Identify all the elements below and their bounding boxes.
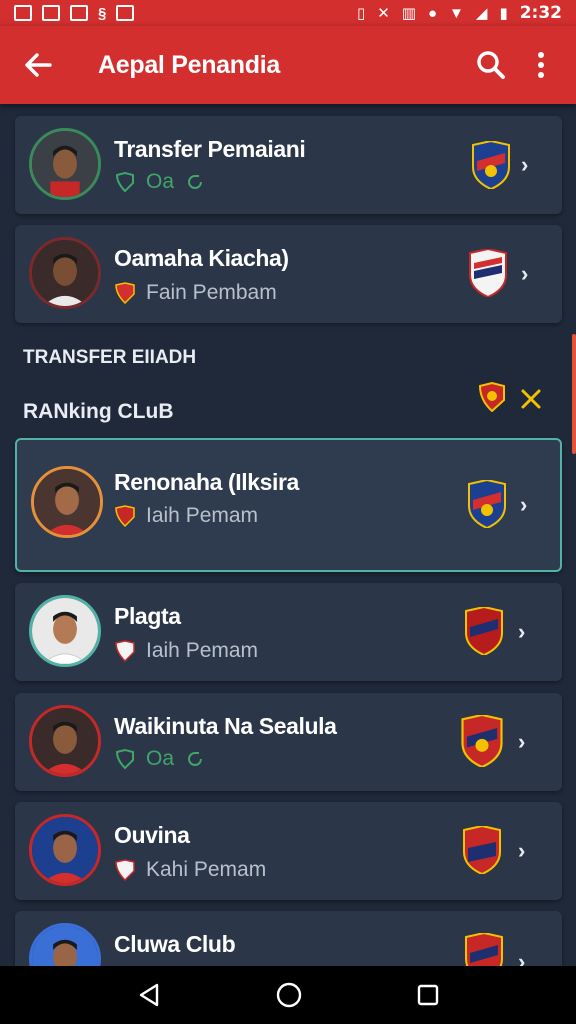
status-icons-left: § (14, 4, 135, 22)
notification-icon (14, 4, 32, 21)
player-name: Cluwa Club (114, 931, 236, 957)
refresh-icon (188, 175, 203, 189)
chevron-right-icon: › (521, 152, 529, 177)
shield-icon (115, 748, 134, 770)
club-badge-icon (115, 859, 135, 881)
status-bar: § ▯ ✕ ▥ ● ▼ ◢ ▮ 2:32 (0, 0, 576, 26)
notification-icon (116, 4, 135, 21)
alarm-icon: ● (427, 4, 438, 22)
club-crest-icon (468, 480, 506, 528)
player-avatar (29, 705, 101, 777)
player-subtitle: Oa (114, 170, 206, 194)
player-subtitle-text: Kahi Pemam (146, 858, 267, 881)
vibrate-icon: ▯ (356, 5, 366, 22)
player-avatar (31, 466, 103, 538)
ranking-card[interactable]: Waikinuta Na Sealula Oa › (15, 693, 562, 791)
close-icon[interactable] (520, 388, 542, 410)
refresh-icon (188, 752, 203, 766)
trophy-badge-icon[interactable] (478, 382, 506, 412)
player-name: Oamaha Kiacha) (114, 245, 289, 271)
player-subtitle: Iaih Pemam (114, 639, 258, 663)
club-badge-icon (115, 282, 135, 304)
player-subtitle-text: Iaih Pemam (146, 639, 259, 662)
signal-icon: ◢ (475, 5, 488, 22)
system-nav-bar (0, 966, 576, 1024)
notification-icon (70, 4, 88, 21)
chevron-right-icon: › (518, 729, 526, 754)
ranking-card[interactable]: Ouvina Kahi Pemam › (15, 802, 562, 900)
player-subtitle: Oa (114, 747, 206, 771)
club-badge-icon (115, 505, 135, 527)
player-subtitle-text: Iaih Pemam (146, 504, 259, 527)
player-avatar (29, 128, 101, 200)
recents-nav-button[interactable] (416, 983, 440, 1007)
club-crest-icon (469, 249, 507, 297)
search-button[interactable] (466, 40, 516, 90)
player-name: Waikinuta Na Sealula (114, 713, 337, 739)
sync-icon: § (98, 4, 107, 22)
player-card[interactable]: Transfer Pemaiani Oa › (15, 116, 562, 214)
club-crest-icon (461, 715, 503, 767)
player-name: Plagta (114, 603, 181, 629)
status-time: 2:32 (519, 3, 562, 23)
back-button[interactable] (8, 35, 68, 95)
ranking-card-selected[interactable]: Renonaha (Ilksira Iaih Pemam › (15, 438, 562, 572)
player-subtitle: Kahi Pemam (114, 858, 266, 882)
more-options-button[interactable] (516, 40, 566, 90)
arrow-left-icon (25, 53, 52, 77)
battery-icon: ▮ (499, 5, 508, 22)
player-subtitle-text: Oa (146, 747, 175, 770)
notification-icon (42, 4, 60, 21)
player-name: Transfer Pemaiani (114, 136, 306, 162)
shield-icon (115, 171, 134, 193)
club-crest-icon (472, 141, 510, 189)
player-card[interactable]: Oamaha Kiacha) Fain Pembam › (15, 225, 562, 323)
home-nav-button[interactable] (275, 981, 303, 1009)
chevron-right-icon: › (518, 619, 526, 644)
section-title-transfer: TRANSFER EIIADH (23, 347, 197, 368)
ranking-card[interactable]: Cluwa Club › (15, 911, 562, 966)
wifi-icon: ▼ (449, 4, 464, 22)
content-list[interactable]: Transfer Pemaiani Oa › Oamaha Kiacha) Fa… (0, 104, 576, 966)
player-avatar (29, 237, 101, 309)
chevron-right-icon: › (520, 492, 528, 517)
bluetooth-icon: ✕ (377, 5, 390, 22)
more-vert-icon (538, 52, 544, 78)
battery-saver-icon: ▥ (401, 5, 416, 22)
club-badge-icon (115, 640, 135, 662)
scrollbar-thumb[interactable] (572, 334, 576, 454)
player-subtitle: Fain Pembam (114, 281, 277, 305)
section-title-ranking: RANking CLuB (23, 400, 174, 423)
player-name: Renonaha (Ilksira (114, 469, 299, 495)
status-icons-right: ▯ ✕ ▥ ● ▼ ◢ ▮ 2:32 (357, 3, 562, 23)
player-avatar (29, 595, 101, 667)
app-bar: Aepal Penandia (0, 26, 576, 104)
chevron-right-icon: › (521, 261, 529, 286)
player-name: Ouvina (114, 822, 190, 848)
player-subtitle-text: Oa (146, 170, 175, 193)
club-crest-icon (465, 933, 503, 966)
chevron-right-icon: › (518, 949, 526, 966)
club-crest-icon (463, 826, 501, 874)
player-avatar (29, 814, 101, 886)
club-crest-icon (465, 607, 503, 655)
back-nav-button[interactable] (136, 982, 162, 1008)
search-icon (477, 51, 505, 79)
player-subtitle: Iaih Pemam (114, 504, 258, 528)
ranking-card[interactable]: Plagta Iaih Pemam › (15, 583, 562, 681)
app-title: Aepal Penandia (98, 50, 280, 79)
chevron-right-icon: › (518, 838, 526, 863)
player-avatar (29, 923, 101, 966)
player-subtitle-text: Fain Pembam (146, 281, 277, 304)
